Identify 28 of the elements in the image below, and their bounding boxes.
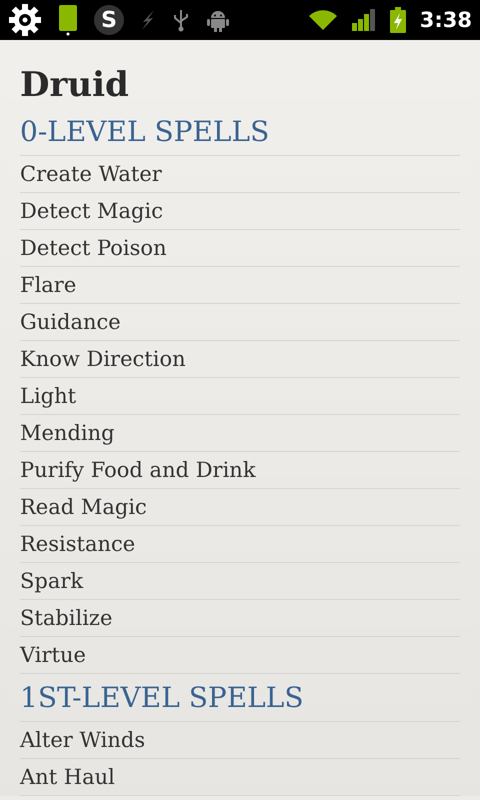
spell-item[interactable]: Read Magic	[20, 489, 460, 526]
chat-app-icon[interactable]: S	[94, 5, 124, 35]
spell-item[interactable]: Guidance	[20, 304, 460, 341]
spell-item[interactable]: Light	[20, 378, 460, 415]
spell-item[interactable]: Virtue	[20, 637, 460, 674]
spell-item[interactable]: Spark	[20, 563, 460, 600]
clock-time: 3:38	[420, 8, 472, 32]
spell-item[interactable]: Know Direction	[20, 341, 460, 378]
spell-item[interactable]: Stabilize	[20, 600, 460, 637]
spell-item[interactable]: Ant Haul	[20, 759, 460, 796]
section-heading: 1ST-LEVEL SPELLS	[20, 674, 460, 722]
phone-icon[interactable]	[58, 4, 78, 36]
gear-icon[interactable]	[8, 3, 42, 37]
spell-item[interactable]: Purify Food and Drink	[20, 452, 460, 489]
page-title: Druid	[20, 64, 130, 107]
spell-item[interactable]: Resistance	[20, 526, 460, 563]
battery-charging-icon[interactable]	[390, 7, 406, 33]
section-heading: 0-LEVEL SPELLS	[20, 108, 460, 156]
spell-item[interactable]: Detect Magic	[20, 193, 460, 230]
signal-icon[interactable]	[352, 9, 376, 31]
usb-icon[interactable]	[172, 7, 190, 33]
spell-item[interactable]: Create Water	[20, 156, 460, 193]
robot-icon[interactable]	[206, 8, 230, 32]
spell-item[interactable]: Detect Poison	[20, 230, 460, 267]
spell-item[interactable]: Flare	[20, 267, 460, 304]
spell-item[interactable]: Mending	[20, 415, 460, 452]
spell-item[interactable]: Alter Winds	[20, 722, 460, 759]
wifi-icon[interactable]	[308, 9, 338, 31]
